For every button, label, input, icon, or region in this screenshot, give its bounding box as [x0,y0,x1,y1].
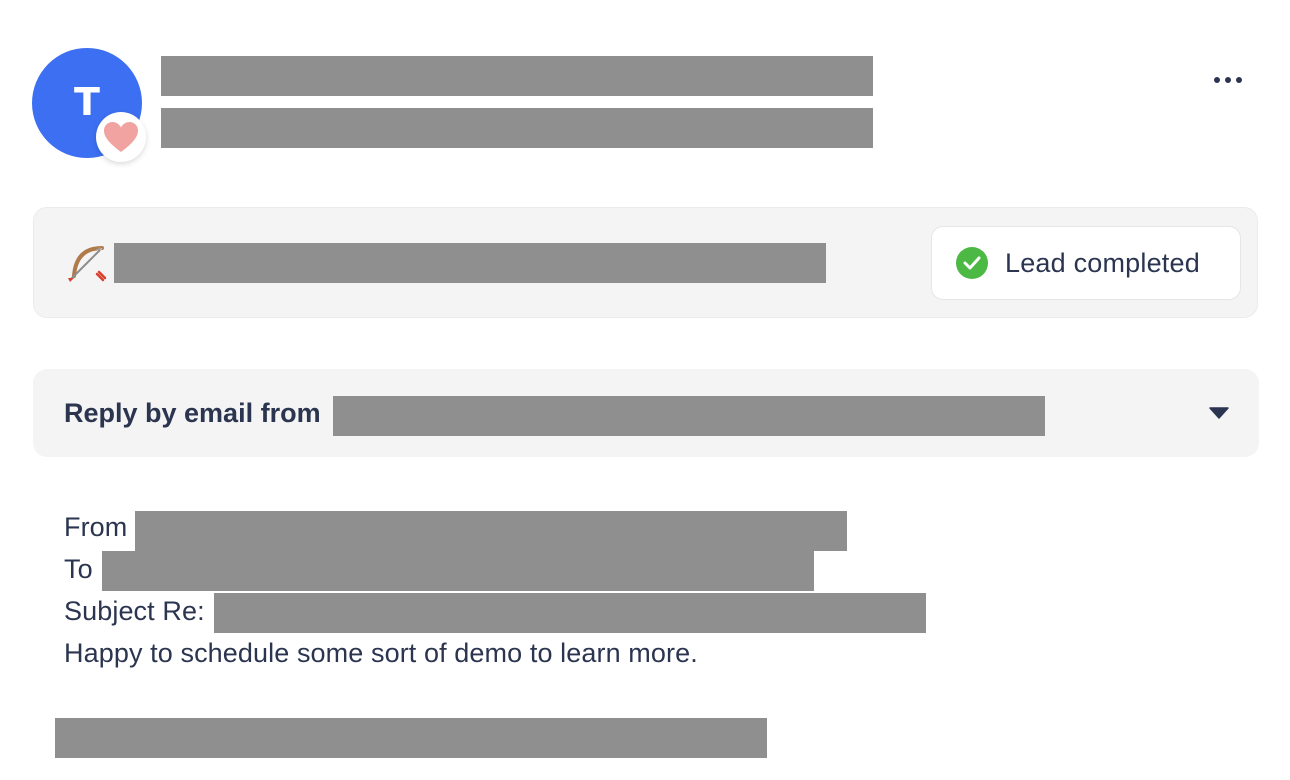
email-to-label: To [64,554,93,584]
lead-card: Lead completed [33,207,1258,318]
activity-feed-item: T Lead completed Reply by email from Fro… [0,0,1290,780]
lead-status-badge[interactable]: Lead completed [931,226,1241,300]
check-circle-icon [956,247,988,279]
email-from-label: From [64,512,128,542]
reply-sender-redacted [333,396,1045,436]
reply-title: Reply by email from [64,398,321,428]
reply-section-toggle[interactable]: Reply by email from [33,369,1259,457]
caret-down-icon [1209,407,1229,419]
email-to-redacted [102,551,814,591]
avatar-initial: T [74,80,100,124]
contact-name-redacted [161,56,873,96]
email-subject-redacted [214,593,926,633]
lead-title-redacted [114,243,826,283]
bow-and-arrow-icon [68,246,107,282]
more-horizontal-icon [1214,77,1242,83]
heart-icon [96,112,146,162]
more-options-button[interactable] [1206,66,1250,94]
email-subject-label: Subject Re: [64,596,205,626]
lead-status-label: Lead completed [1005,247,1200,278]
email-body-text: Happy to schedule some sort of demo to l… [64,638,698,668]
email-signature-redacted [55,718,767,758]
contact-subtitle-redacted [161,108,873,148]
email-from-redacted [135,511,847,551]
